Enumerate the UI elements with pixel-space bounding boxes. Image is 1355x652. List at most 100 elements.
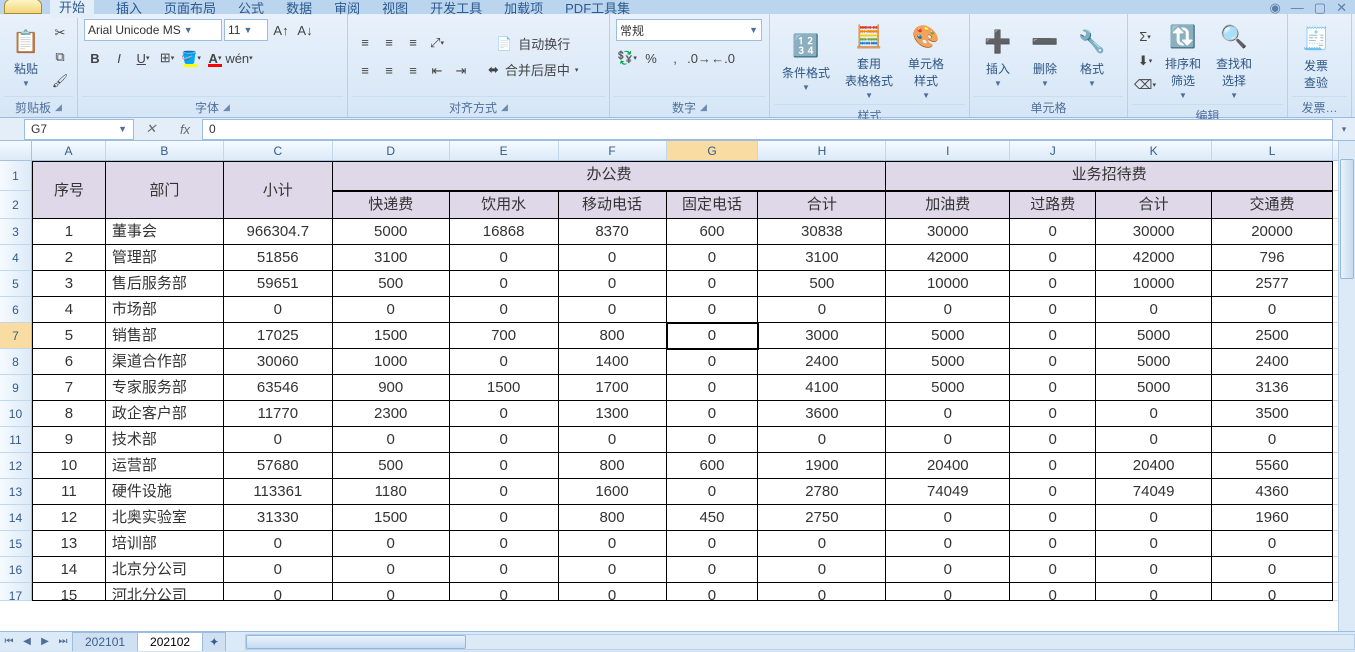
cell-toll[interactable]: 0 (1010, 583, 1096, 601)
cell-mobile[interactable]: 0 (559, 427, 667, 453)
name-box[interactable]: G7▼ (24, 119, 134, 140)
border-button[interactable]: ⊞▾ (156, 47, 178, 69)
cell-total2[interactable]: 42000 (1096, 245, 1212, 271)
sheet-nav-prev[interactable]: ◀ (18, 636, 36, 647)
cell-express[interactable]: 1000 (333, 349, 450, 375)
align-left-button[interactable]: ≡ (354, 60, 376, 82)
cell-subtotal[interactable]: 51856 (224, 245, 333, 271)
cell-seq[interactable]: 15 (32, 583, 106, 601)
hdr-entertainment[interactable]: 业务招待费 (886, 161, 1333, 191)
tab-pdf[interactable]: PDF工具集 (565, 0, 630, 17)
font-dialog-icon[interactable]: ◢ (223, 102, 230, 113)
cell-fuel[interactable]: 0 (886, 401, 1010, 427)
cell-fuel[interactable]: 0 (886, 531, 1010, 557)
cell-express[interactable]: 0 (333, 297, 450, 323)
hdr-total1[interactable]: 合计 (758, 191, 886, 219)
tab-data[interactable]: 数据 (286, 0, 312, 17)
cell-landline[interactable]: 0 (667, 557, 759, 583)
cell-transport[interactable]: 0 (1212, 427, 1333, 453)
cell-total2[interactable]: 30000 (1096, 219, 1212, 245)
sort-filter-button[interactable]: 🔃排序和 筛选▼ (1159, 19, 1207, 102)
cell-total1[interactable]: 0 (758, 297, 886, 323)
cell-express[interactable]: 2300 (333, 401, 450, 427)
cell-dept[interactable]: 政企客户部 (106, 401, 224, 427)
cell-seq[interactable]: 10 (32, 453, 106, 479)
cell-total2[interactable]: 0 (1096, 505, 1212, 531)
cell-express[interactable]: 500 (333, 271, 450, 297)
cell-water[interactable]: 700 (450, 323, 559, 349)
cell-express[interactable]: 0 (333, 557, 450, 583)
align-center-button[interactable]: ≡ (378, 60, 400, 82)
cell-mobile[interactable]: 0 (559, 271, 667, 297)
cell-total2[interactable]: 5000 (1096, 349, 1212, 375)
increase-decimal-button[interactable]: .0→ (688, 47, 710, 69)
cell-total1[interactable]: 0 (758, 557, 886, 583)
colhdr-B[interactable]: B (106, 141, 224, 160)
number-format-combo[interactable]: 常规▼ (616, 19, 762, 41)
cell-dept[interactable]: 硬件设施 (106, 479, 224, 505)
autosum-button[interactable]: Σ▾ (1134, 26, 1156, 48)
increase-font-button[interactable]: A↑ (270, 19, 292, 41)
cell-fuel[interactable]: 30000 (886, 219, 1010, 245)
align-bottom-button[interactable]: ≡ (402, 32, 424, 54)
cell-express[interactable]: 900 (333, 375, 450, 401)
hdr-seq[interactable]: 序号 (32, 161, 106, 219)
cell-transport[interactable]: 1960 (1212, 505, 1333, 531)
cell-total2[interactable]: 10000 (1096, 271, 1212, 297)
rowhdr-9[interactable]: 9 (0, 375, 32, 401)
rowhdr-16[interactable]: 16 (0, 557, 32, 583)
cell-water[interactable]: 0 (450, 427, 559, 453)
cell-transport[interactable]: 5560 (1212, 453, 1333, 479)
cell-toll[interactable]: 0 (1010, 557, 1096, 583)
cell-dept[interactable]: 市场部 (106, 297, 224, 323)
cell-total1[interactable]: 0 (758, 583, 886, 601)
cell-transport[interactable]: 2400 (1212, 349, 1333, 375)
italic-button[interactable]: I (108, 47, 130, 69)
align-right-button[interactable]: ≡ (402, 60, 424, 82)
cell-fuel[interactable]: 5000 (886, 323, 1010, 349)
cell-dept[interactable]: 培训部 (106, 531, 224, 557)
cell-subtotal[interactable]: 0 (224, 583, 333, 601)
hdr-express[interactable]: 快递费 (333, 191, 450, 219)
cell-express[interactable]: 500 (333, 453, 450, 479)
cell-toll[interactable]: 0 (1010, 479, 1096, 505)
cell-transport[interactable]: 0 (1212, 557, 1333, 583)
cell-mobile[interactable]: 1700 (559, 375, 667, 401)
cancel-formula-icon[interactable]: ✕ (134, 121, 168, 137)
cell-dept[interactable]: 管理部 (106, 245, 224, 271)
cell-total2[interactable]: 0 (1096, 583, 1212, 601)
decrease-decimal-button[interactable]: ←.0 (712, 47, 734, 69)
cell-mobile[interactable]: 1600 (559, 479, 667, 505)
cell-express[interactable]: 1180 (333, 479, 450, 505)
cell-toll[interactable]: 0 (1010, 453, 1096, 479)
insert-cells-button[interactable]: ➕插入▼ (976, 24, 1020, 90)
cell-total1[interactable]: 2780 (758, 479, 886, 505)
rowhdr-15[interactable]: 15 (0, 531, 32, 557)
cell-express[interactable]: 5000 (333, 219, 450, 245)
cell-seq[interactable]: 4 (32, 297, 106, 323)
cell-toll[interactable]: 0 (1010, 401, 1096, 427)
cell-fuel[interactable]: 5000 (886, 349, 1010, 375)
cell-dept[interactable]: 专家服务部 (106, 375, 224, 401)
cell-total2[interactable]: 20400 (1096, 453, 1212, 479)
cell-express[interactable]: 0 (333, 583, 450, 601)
cell-fuel[interactable]: 0 (886, 557, 1010, 583)
colhdr-H[interactable]: H (758, 141, 886, 160)
colhdr-A[interactable]: A (32, 141, 106, 160)
cell-water[interactable]: 0 (450, 583, 559, 601)
cell-fuel[interactable]: 0 (886, 505, 1010, 531)
cell-mobile[interactable]: 0 (559, 583, 667, 601)
cell-transport[interactable]: 3136 (1212, 375, 1333, 401)
cell-total1[interactable]: 3600 (758, 401, 886, 427)
hdr-total2[interactable]: 合计 (1096, 191, 1212, 219)
sheet-nav-next[interactable]: ▶ (36, 636, 54, 647)
cell-water[interactable]: 0 (450, 479, 559, 505)
cell-dept[interactable]: 渠道合作部 (106, 349, 224, 375)
cell-mobile[interactable]: 0 (559, 245, 667, 271)
cell-landline[interactable]: 0 (667, 271, 759, 297)
cell-dept[interactable]: 售后服务部 (106, 271, 224, 297)
cell-toll[interactable]: 0 (1010, 505, 1096, 531)
cell-landline[interactable]: 0 (667, 297, 759, 323)
cell-toll[interactable]: 0 (1010, 245, 1096, 271)
colhdr-L[interactable]: L (1212, 141, 1333, 160)
